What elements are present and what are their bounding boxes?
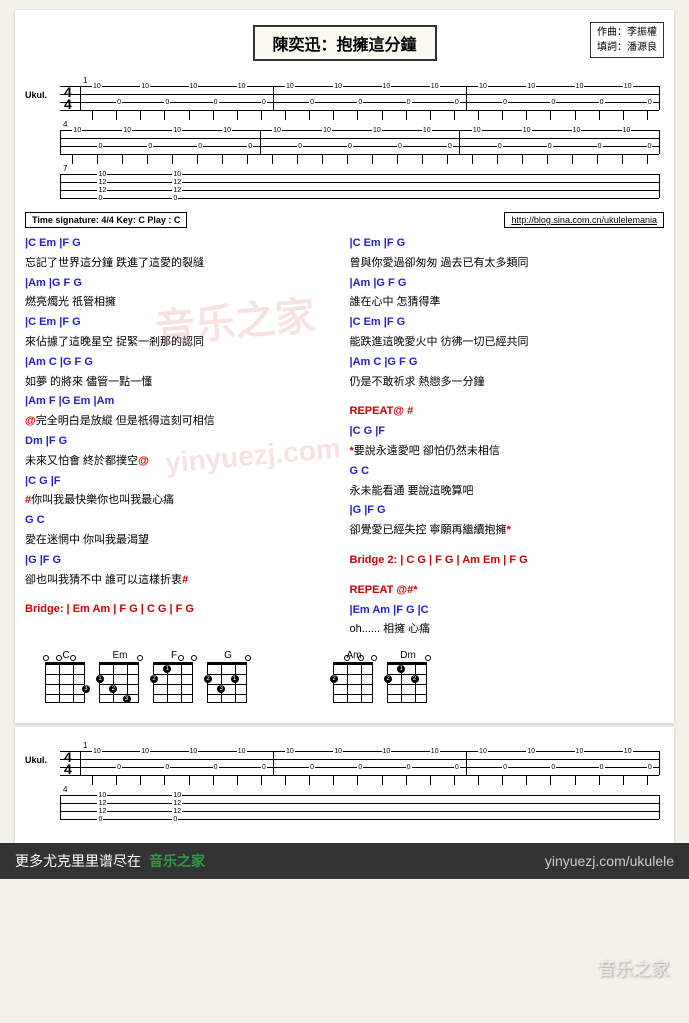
sheet-page-2: Ukul.44110010010010010010010010010010010… (15, 727, 674, 843)
footer-brand: 音乐之家 (149, 851, 205, 871)
meta-info: Time signature: 4/4 Key: C Play : C (25, 212, 187, 228)
credits-box: 作曲：李振權 填詞：潘源良 (590, 22, 664, 58)
lyrics-left-column: |C Em |F G忘記了世界這分鐘 跌進了這愛的裂縫|Am |G F G燃亮燭… (25, 234, 340, 640)
source-link[interactable]: http://blog.sina.com.cn/ukulelemania (504, 212, 664, 228)
footer-url[interactable]: yinyuezj.com/ukulele (545, 853, 674, 869)
watermark-logo: 音乐之家 (597, 955, 669, 981)
header: 陳奕迅：抱擁這分鐘 作曲：李振權 填詞：潘源良 (25, 20, 664, 70)
lyrics-section: |C Em |F G忘記了世界這分鐘 跌進了這愛的裂縫|Am |G F G燃亮燭… (25, 234, 664, 640)
meta-bar: Time signature: 4/4 Key: C Play : C http… (25, 212, 664, 228)
footer-text: 更多尤克里里谱尽在 (15, 851, 141, 871)
tab-notation-top: Ukul.44110010010010010010010010010010010… (25, 78, 664, 206)
song-title: 陳奕迅：抱擁這分鐘 (252, 25, 436, 61)
tab-notation-bottom: Ukul.44110010010010010010010010010010010… (25, 743, 664, 827)
sheet-page-1: 陳奕迅：抱擁這分鐘 作曲：李振權 填詞：潘源良 Ukul.44110010010… (15, 10, 674, 723)
footer-bar: 更多尤克里里谱尽在 音乐之家 yinyuezj.com/ukulele (0, 843, 689, 879)
chord-diagrams: C3Em123F12G123Am2Dm122 (25, 650, 664, 703)
lyrics-right-column: |C Em |F G曾與你愛過卻匆匆 過去已有太多類同|Am |G F G誰在心… (350, 234, 665, 640)
